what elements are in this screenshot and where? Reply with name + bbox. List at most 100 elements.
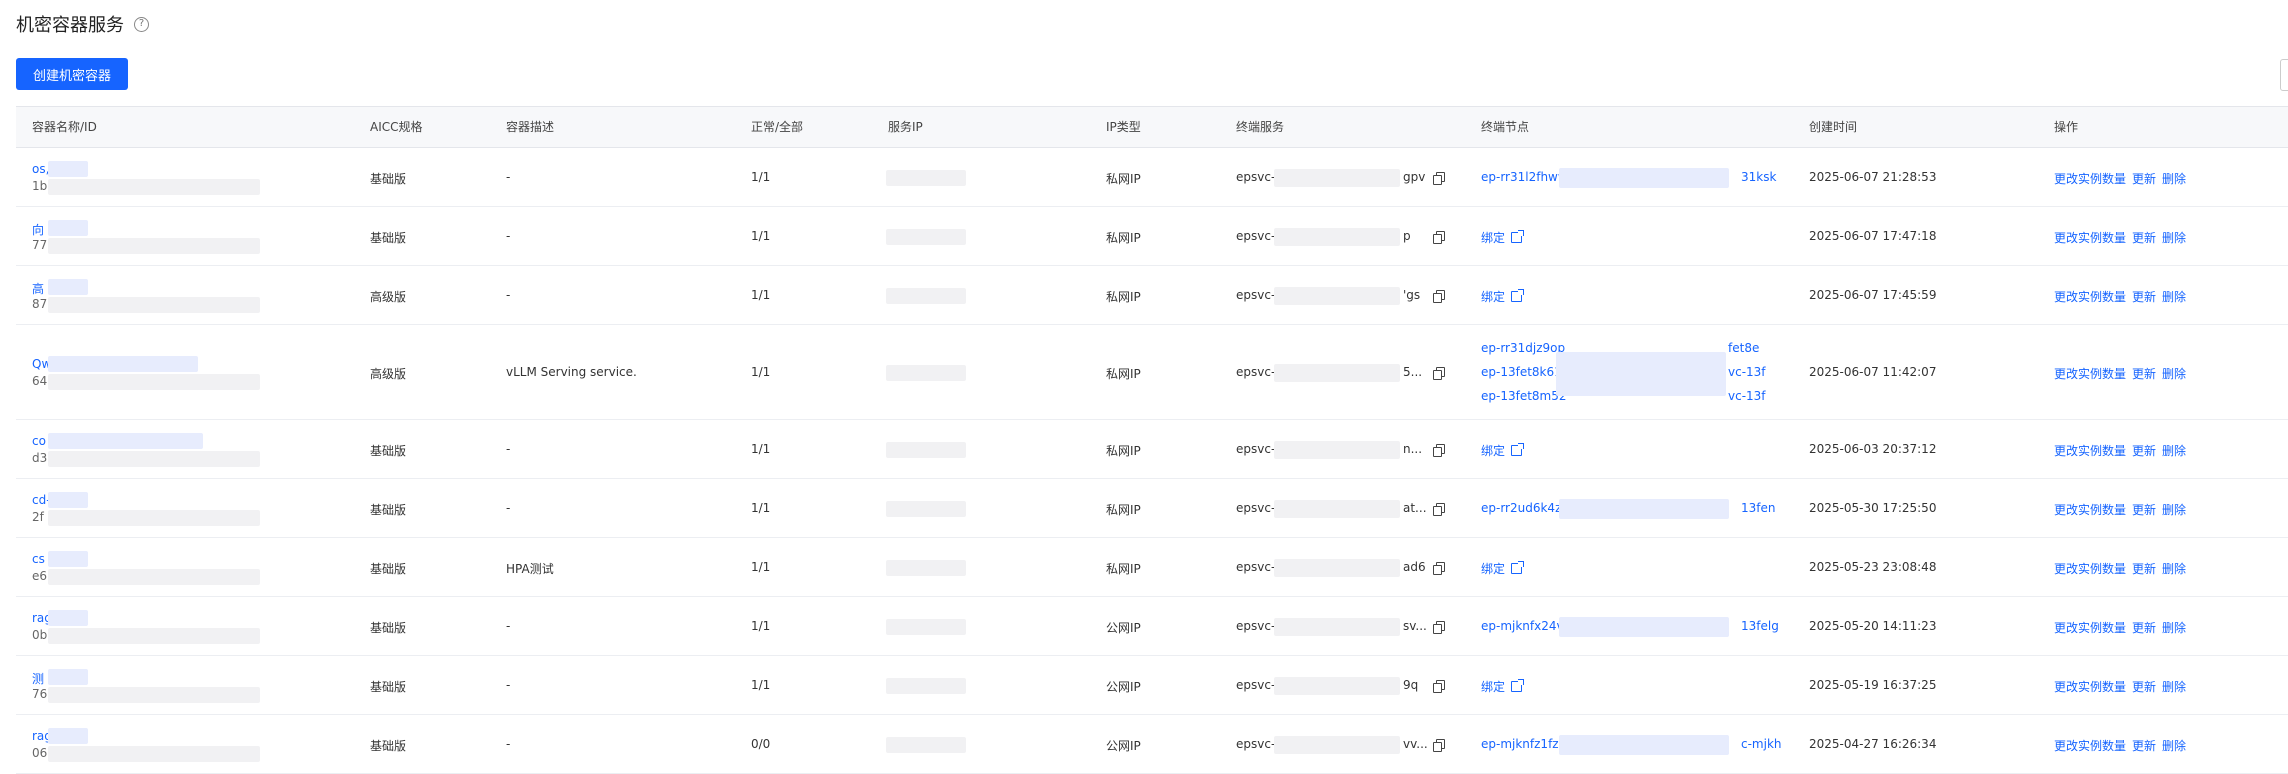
instance-count: 1/1 (751, 501, 771, 515)
endpoint-node-link[interactable]: ep-mjknfz1fz8 (1481, 737, 1566, 751)
table-row: rag 0b 基础版 -1/1 公网IP epsvc-sv... ep-mjknfx24vl… (16, 597, 2288, 656)
endpoint-node-link[interactable]: ep-rr31l2fhww (1481, 170, 1568, 184)
ip-type: 私网IP (1106, 562, 1141, 576)
scale-instances-link[interactable]: 更改实例数量 (2054, 231, 2126, 245)
service-ip-mask (886, 501, 966, 517)
endpoint-service-suffix: ad6 (1403, 560, 1426, 574)
endpoint-node-link-suffix[interactable]: vc-13f (1728, 389, 1766, 403)
scale-instances-link[interactable]: 更改实例数量 (2054, 367, 2126, 381)
endpoint-node-link[interactable]: ep-mjknfx24vl (1481, 619, 1567, 633)
endpoint-service-mask (1274, 441, 1400, 459)
redaction-mask (48, 279, 88, 295)
container-name-link[interactable]: co (32, 434, 46, 448)
update-link[interactable]: 更新 (2132, 621, 2156, 635)
update-link[interactable]: 更新 (2132, 444, 2156, 458)
container-name-link[interactable]: 向 (32, 223, 44, 237)
help-icon[interactable]: ? (134, 16, 149, 32)
aicc-spec: 基础版 (370, 444, 407, 458)
container-name-link[interactable]: 测 (32, 672, 44, 686)
endpoint-node-link-suffix[interactable]: 31ksk (1741, 170, 1776, 184)
delete-link[interactable]: 删除 (2162, 367, 2186, 381)
copy-icon[interactable] (1433, 172, 1445, 185)
endpoint-node-link-suffix[interactable]: 13fen (1741, 501, 1775, 515)
container-name-link[interactable]: 高 (32, 282, 44, 296)
scale-instances-link[interactable]: 更改实例数量 (2054, 680, 2126, 694)
endpoint-service-mask (1274, 736, 1400, 754)
update-link[interactable]: 更新 (2132, 172, 2156, 186)
bind-link[interactable]: 绑定 (1481, 290, 1505, 304)
container-id: 76 (32, 687, 48, 701)
container-name-link[interactable]: os, (32, 162, 49, 176)
update-link[interactable]: 更新 (2132, 290, 2156, 304)
delete-link[interactable]: 删除 (2162, 680, 2186, 694)
delete-link[interactable]: 删除 (2162, 290, 2186, 304)
ip-type: 私网IP (1106, 172, 1141, 186)
copy-icon[interactable] (1433, 621, 1445, 634)
scale-instances-link[interactable]: 更改实例数量 (2054, 503, 2126, 517)
endpoint-service-mask (1274, 364, 1400, 382)
bind-link[interactable]: 绑定 (1481, 680, 1505, 694)
scale-instances-link[interactable]: 更改实例数量 (2054, 444, 2126, 458)
scale-instances-link[interactable]: 更改实例数量 (2054, 172, 2126, 186)
copy-icon[interactable] (1433, 562, 1445, 575)
update-link[interactable]: 更新 (2132, 562, 2156, 576)
description: vLLM Serving service. (506, 365, 637, 379)
copy-icon[interactable] (1433, 444, 1445, 457)
bind-link[interactable]: 绑定 (1481, 562, 1505, 576)
endpoint-service: epsvc- (1236, 288, 1276, 302)
endpoint-service-mask (1274, 559, 1400, 577)
container-id: e6 (32, 569, 48, 583)
scale-instances-link[interactable]: 更改实例数量 (2054, 562, 2126, 576)
delete-link[interactable]: 删除 (2162, 444, 2186, 458)
endpoint-service-mask (1274, 169, 1400, 187)
endpoint-node-link[interactable]: ep-13fet8m52 (1481, 389, 1567, 403)
endpoint-node-link[interactable]: ep-rr2ud6k4zb (1481, 501, 1569, 515)
scale-instances-link[interactable]: 更改实例数量 (2054, 621, 2126, 635)
copy-icon[interactable] (1433, 503, 1445, 516)
update-link[interactable]: 更新 (2132, 231, 2156, 245)
delete-link[interactable]: 删除 (2162, 621, 2186, 635)
copy-icon[interactable] (1433, 290, 1445, 303)
update-link[interactable]: 更新 (2132, 739, 2156, 753)
delete-link[interactable]: 删除 (2162, 503, 2186, 517)
service-ip-mask (886, 619, 966, 635)
endpoint-node-link-suffix[interactable]: vc-13f (1728, 365, 1766, 379)
endpoint-node-link-suffix[interactable]: fet8e (1728, 341, 1759, 355)
instance-count: 1/1 (751, 365, 771, 379)
update-link[interactable]: 更新 (2132, 367, 2156, 381)
delete-link[interactable]: 删除 (2162, 231, 2186, 245)
bind-link[interactable]: 绑定 (1481, 444, 1505, 458)
table-row: co d3 基础版 - 1/1 私网IP epsvc-n... 绑定 2025-06-03 20… (16, 420, 2288, 479)
copy-icon[interactable] (1433, 367, 1445, 380)
delete-link[interactable]: 删除 (2162, 172, 2186, 186)
endpoint-node-mask (1559, 168, 1729, 188)
settings-button[interactable] (2280, 59, 2288, 91)
aicc-spec: 基础版 (370, 172, 407, 186)
scale-instances-link[interactable]: 更改实例数量 (2054, 739, 2126, 753)
endpoint-node-link-suffix[interactable]: 13felg (1741, 619, 1779, 633)
copy-icon[interactable] (1433, 739, 1445, 752)
redaction-mask (48, 297, 260, 313)
redaction-mask (48, 179, 260, 195)
endpoint-service-suffix: 5... (1403, 365, 1423, 379)
container-name-link[interactable]: cs (32, 552, 45, 566)
delete-link[interactable]: 删除 (2162, 739, 2186, 753)
scale-instances-link[interactable]: 更改实例数量 (2054, 290, 2126, 304)
endpoint-node-link[interactable]: ep-rr31djz9op (1481, 341, 1565, 355)
create-container-button[interactable]: 创建机密容器 (16, 58, 128, 90)
update-link[interactable]: 更新 (2132, 503, 2156, 517)
external-link-icon (1511, 443, 1525, 456)
redaction-mask (48, 433, 203, 449)
table-row: cs e6 基础版 HPA测试 1/1 私网IP epsvc-ad6 绑定 2025-05-23… (16, 538, 2288, 597)
title-bar: 机密容器服务 ? (16, 10, 149, 38)
col-endpoint-node: 终端节点 (1481, 120, 1530, 134)
external-link-icon (1511, 230, 1525, 243)
description: - (506, 619, 511, 633)
bind-link[interactable]: 绑定 (1481, 231, 1505, 245)
copy-icon[interactable] (1433, 680, 1445, 693)
delete-link[interactable]: 删除 (2162, 562, 2186, 576)
endpoint-node-link-suffix[interactable]: c-mjkh (1741, 737, 1782, 751)
endpoint-node-link[interactable]: ep-13fet8k61r (1481, 365, 1567, 379)
copy-icon[interactable] (1433, 231, 1445, 244)
update-link[interactable]: 更新 (2132, 680, 2156, 694)
